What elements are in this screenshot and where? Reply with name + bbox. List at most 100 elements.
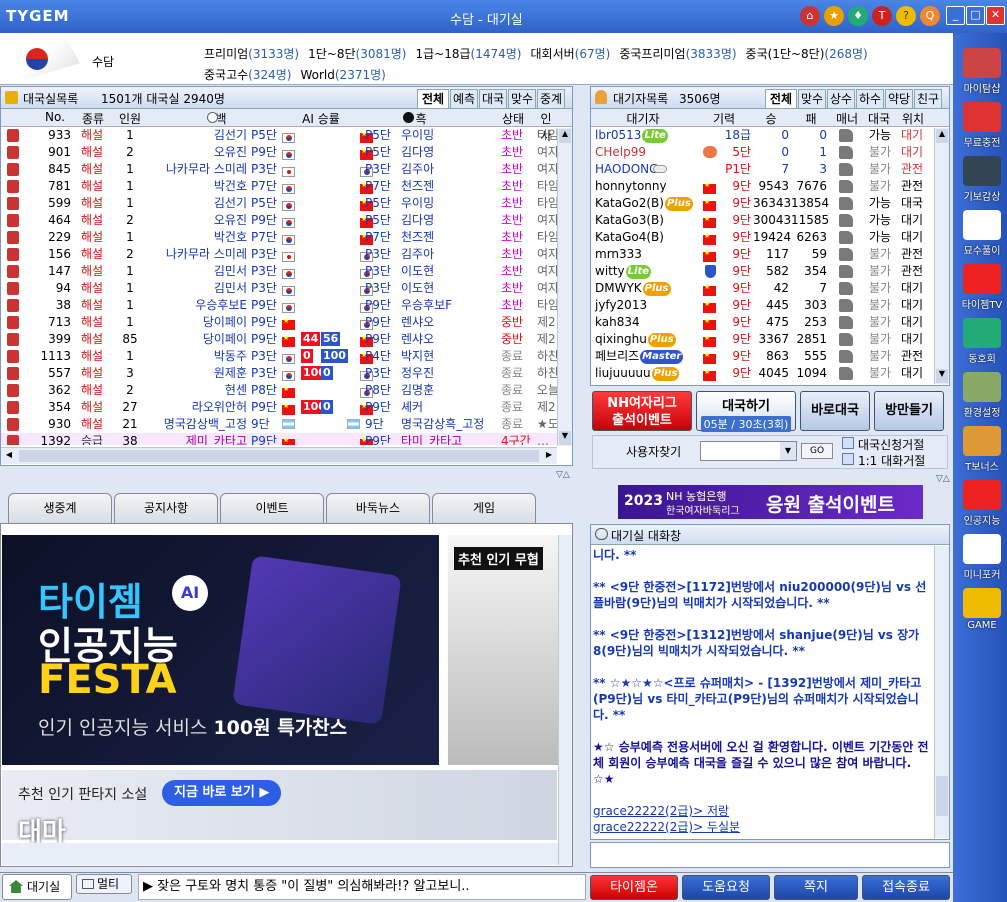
room-row[interactable]: 845 해설 1 나카무라 스미레 P3단 P3단 김주아 초반 여자	[1, 161, 572, 178]
sidebar-item[interactable]: GAME	[958, 584, 1006, 636]
waiting-col-header[interactable]: 대국	[863, 110, 895, 127]
tygem-on-button[interactable]: 타이젬온	[590, 875, 678, 900]
room-row[interactable]: 901 해설 2 오유진 P9단 P5단 김다영 초반 여자	[1, 144, 572, 161]
bulb-icon[interactable]: ?	[896, 6, 916, 26]
room-row[interactable]: 557 해설 3 원제훈 P3단 100 0 P3단 정우진 종료 하찬	[1, 365, 572, 382]
waiting-row[interactable]: 페브리즈Master 9단 863 555 불가 관전	[591, 348, 949, 365]
room-list-hscrollbar[interactable]: ◀ ▶	[1, 447, 557, 464]
room-row[interactable]: 229 해설 1 박건호 P7단 P7단 천즈젠 초반 타임	[1, 229, 572, 246]
sidebar-item[interactable]: 미니포커	[958, 530, 1006, 582]
waiting-row[interactable]: qixinghuPlus 9단 3367 2851 불가 대기	[591, 331, 949, 348]
waiting-row[interactable]: witty Lite 9단 582 354 불가 관전	[591, 263, 949, 280]
room-row[interactable]: 599 해설 1 김선기 P5단 P5단 우이밍 초반 타임	[1, 195, 572, 212]
promo-banner[interactable]: 타이젬 AI 인공지능 FESTA 인기 인공지능 서비스 100원 특가찬스	[2, 535, 439, 765]
sidebar-item[interactable]: 기보감상	[958, 152, 1006, 204]
chat-scrollbar[interactable]	[934, 546, 949, 838]
room-row[interactable]: 930 해설 21 명국감상백_고정 9단 9단 명국감상흑_고정 종료 ★도	[1, 416, 572, 433]
content-tab[interactable]: 게임	[432, 493, 536, 523]
content-tab[interactable]: 생중계	[8, 493, 112, 523]
home-icon[interactable]: ⌂	[800, 6, 820, 26]
content-hscrollbar[interactable]	[2, 843, 558, 865]
quiz-icon[interactable]: Q	[920, 6, 940, 26]
server-link[interactable]: 대회서버(67명)	[530, 47, 610, 61]
room-tab[interactable]: 예측	[450, 89, 478, 109]
decline-game-checkbox[interactable]	[842, 437, 854, 449]
decline-chat-checkbox[interactable]	[842, 453, 854, 465]
server-link[interactable]: 1급~18급(1474명)	[415, 47, 521, 61]
waiting-row[interactable]: KataGo3(B) 9단3004311585 가능 대기	[591, 212, 949, 229]
waiting-tab[interactable]: 상수	[827, 89, 855, 109]
room-row[interactable]: 147 해설 1 김민서 P3단 P3단 이도현 초반 여자	[1, 263, 572, 280]
waiting-tab[interactable]: 전체	[765, 89, 797, 109]
sidebar-item[interactable]: 인공지능	[958, 476, 1006, 528]
quick-game-button[interactable]: 바로대국	[800, 391, 870, 431]
content-tab[interactable]: 공지사항	[114, 493, 218, 523]
panel-resize2-icon[interactable]: ▽△	[936, 474, 950, 484]
server-link[interactable]: 중국고수(324명)	[204, 68, 291, 82]
mouse-icon[interactable]: ♦	[848, 6, 868, 26]
room-row[interactable]: 1113 해설 1 박동주 P3단 0 100 P4단 박지현 종료 하찬	[1, 348, 572, 365]
room-row[interactable]: 464 해설 2 오유진 P9단 P5단 김다영 초반 여자	[1, 212, 572, 229]
fantasy-banner[interactable]: 추천 인기 판타지 소설 지금 바로 보기 ▶ 대마	[2, 770, 557, 848]
room-tab[interactable]: 대국	[479, 89, 507, 109]
logout-button[interactable]: 접속종료	[862, 875, 950, 900]
content-tab[interactable]: 바둑뉴스	[326, 493, 430, 523]
waiting-col-header[interactable]: 기력	[697, 110, 751, 127]
room-tab[interactable]: 중계	[537, 89, 565, 109]
waiting-row[interactable]: KataGo2(B)Plus 9단3634313854 가능 대국	[591, 195, 949, 212]
search-go-button[interactable]: GO	[801, 443, 833, 459]
read-now-button[interactable]: 지금 바로 보기 ▶	[162, 780, 282, 806]
waiting-tab[interactable]: 약당	[885, 89, 913, 109]
room-tab[interactable]: 전체	[417, 89, 449, 109]
room-row[interactable]: 94 해설 1 김민서 P3단 P3단 이도현 초반 여자	[1, 280, 572, 297]
help-request-button[interactable]: 도움요청	[682, 875, 770, 900]
close-button[interactable]: ✕	[986, 6, 1005, 25]
t-icon[interactable]: T	[872, 6, 892, 26]
novel-banner[interactable]: 추천 인기 무협	[448, 535, 558, 765]
nh-banner[interactable]: 2023 NH 농협은행 한국여자바둑리그 응원 출석이벤트	[618, 485, 923, 519]
waiting-row[interactable]: jyfy2013 9단 445 303 불가 대기	[591, 297, 949, 314]
waiting-tab[interactable]: 친구	[914, 89, 942, 109]
waiting-row[interactable]: liujuuuuuPlus 9단 4045 1094 불가 대기	[591, 365, 949, 382]
waiting-list-scrollbar[interactable]: ▲ ▼	[934, 128, 949, 384]
waiting-row[interactable]: CHelp99 5단 0 1 불가 대기	[591, 144, 949, 161]
room-row[interactable]: 38 해설 1 우승후보E P9단 P9단 우승후보F 초반 타임	[1, 297, 572, 314]
multi-tab[interactable]: 멀티	[76, 874, 132, 894]
server-link[interactable]: 중국(1단~8단)(268명)	[746, 47, 868, 61]
minimize-button[interactable]: _	[946, 6, 965, 25]
sidebar-item[interactable]: 마이탐샵	[958, 44, 1006, 96]
waiting-row[interactable]: mrn333 9단 117 59 불가 관전	[591, 246, 949, 263]
room-col-header[interactable]: 종류	[75, 110, 111, 127]
room-row[interactable]: 933 해설 1 김선기 P5단 P5단 우이밍 초반 타임	[1, 127, 572, 144]
sidebar-item[interactable]: 묘수풀이	[958, 206, 1006, 258]
news-ticker[interactable]: ▶ 잦은 구토와 명치 통증 "이 질병" 의심해봐라!? 알고보니..	[138, 874, 586, 900]
server-link[interactable]: World(2371명)	[300, 68, 385, 82]
message-button[interactable]: 쪽지	[774, 875, 858, 900]
rank-icon[interactable]: ★	[824, 6, 844, 26]
room-list-scrollbar[interactable]: ▲ ▼	[557, 128, 572, 446]
room-row[interactable]: 781 해설 1 박건호 P7단 P7단 천즈젠 초반 타임	[1, 178, 572, 195]
waiting-col-header[interactable]: 위치	[897, 110, 929, 127]
lobby-tab[interactable]: 대기실	[2, 874, 72, 900]
room-tab[interactable]: 맞수	[508, 89, 536, 109]
room-col-header[interactable]: 흑	[351, 110, 491, 127]
panel-resize-icon[interactable]: ▽△	[556, 470, 570, 480]
waiting-row[interactable]: lbr0513 Lite 18급 0 0 가능 대기	[591, 127, 949, 144]
chat-input[interactable]	[590, 842, 950, 868]
sidebar-item[interactable]: 동호회	[958, 314, 1006, 366]
user-search-input[interactable]: ▼	[700, 441, 797, 461]
room-col-header[interactable]: 상태	[493, 110, 533, 127]
start-game-button[interactable]: 대국하기 05분 / 30초(3회)	[696, 391, 796, 432]
room-col-header[interactable]: AI 승률	[293, 110, 349, 127]
sidebar-item[interactable]: T보너스	[958, 422, 1006, 474]
content-tab[interactable]: 이벤트	[220, 493, 324, 523]
waiting-row[interactable]: DMWYKPlus 9단 42 7 불가 대기	[591, 280, 949, 297]
waiting-col-header[interactable]: 패	[791, 110, 831, 127]
nh-event-button[interactable]: NH여자리그 출석이벤트	[592, 391, 692, 431]
room-row[interactable]: 713 해설 1 당이페이 P9단 P9단 렌샤오 중반 제2	[1, 314, 572, 331]
server-link[interactable]: 중국프리미엄(3833명)	[619, 47, 736, 61]
make-room-button[interactable]: 방만들기	[874, 391, 944, 431]
room-row[interactable]: 156 해설 2 나카무라 스미레 P3단 P3단 김주아 초반 여자	[1, 246, 572, 263]
room-row[interactable]: 399 해설 85 당이페이 P9단 4456 P9단 렌샤오 중반 제2	[1, 331, 572, 348]
room-col-header[interactable]: No.	[37, 110, 73, 124]
